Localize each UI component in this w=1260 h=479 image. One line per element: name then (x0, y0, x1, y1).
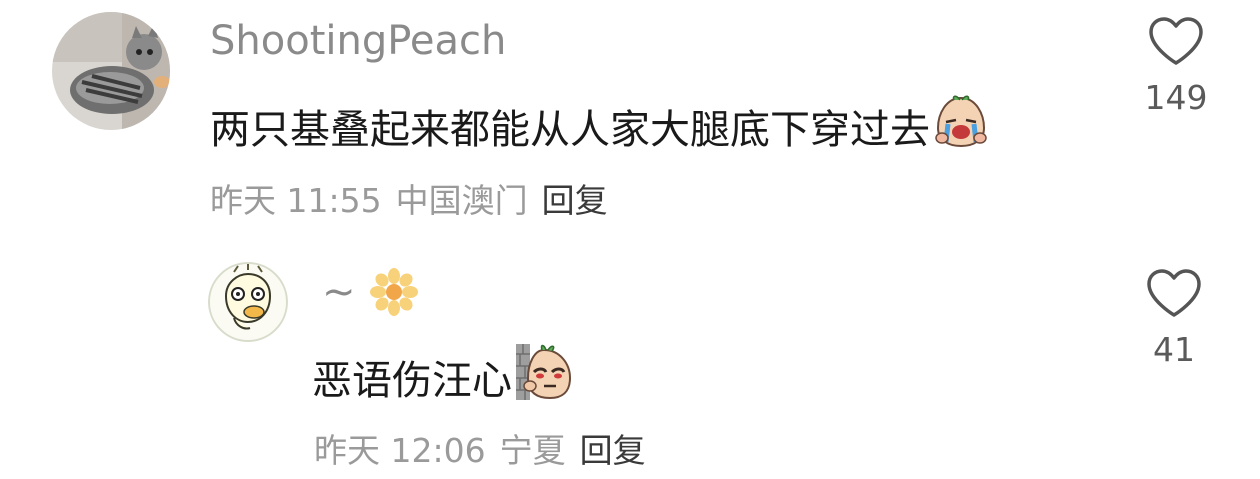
user-avatar[interactable] (52, 12, 170, 130)
comment-meta: 昨天 11:55 中国澳门 回复 (210, 174, 608, 222)
reply-meta: 昨天 12:06 宁夏 回复 (314, 424, 646, 472)
like-count: 149 (1144, 78, 1208, 117)
reply-time: 昨天 12:06 (314, 431, 486, 470)
duck-avatar-image (208, 262, 288, 342)
crying-peach-emoji (932, 92, 990, 160)
peeking-peach-emoji (514, 342, 574, 412)
like-button[interactable]: 149 (1136, 16, 1216, 117)
reply-location: 宁夏 (499, 431, 566, 470)
comment-username[interactable]: ShootingPeach (210, 18, 506, 64)
reply-text: 恶语伤汪心 (312, 342, 574, 412)
reply-button[interactable]: 回复 (580, 424, 646, 472)
flower-emoji (369, 268, 418, 316)
user-avatar[interactable] (208, 262, 288, 342)
cat-avatar-image (52, 12, 170, 130)
comment-text-content: 两只基叠起来都能从人家大腿底下穿过去 (210, 107, 930, 153)
like-count: 41 (1153, 330, 1195, 369)
heart-outline-icon (1149, 17, 1203, 65)
reply-username-text: ~ (322, 269, 356, 315)
reply-button[interactable]: 回复 (542, 174, 608, 222)
heart-outline-icon (1147, 269, 1201, 317)
reply-username[interactable]: ~ (322, 268, 418, 316)
comment-text: 两只基叠起来都能从人家大腿底下穿过去 (210, 92, 990, 160)
comment-location: 中国澳门 (395, 181, 528, 220)
reply-text-content: 恶语伤汪心 (312, 358, 512, 404)
like-button[interactable]: 41 (1134, 268, 1214, 369)
comment-time: 昨天 11:55 (210, 181, 382, 220)
